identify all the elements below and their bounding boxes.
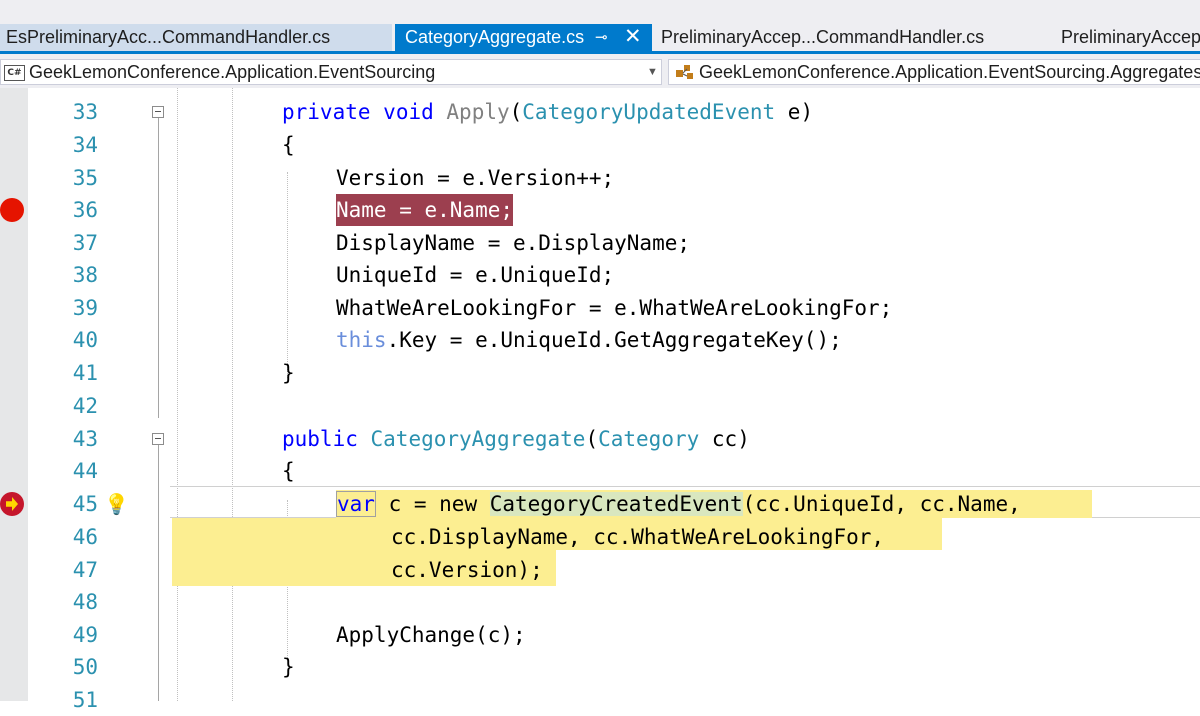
pin-icon[interactable]: ⊸ [595, 24, 608, 51]
code-text: private void Apply(CategoryUpdatedEvent … [282, 100, 814, 124]
code-line[interactable]: 51 [0, 684, 1200, 716]
line-number: 39 [72, 296, 98, 320]
project-name: GeekLemonConference.Application.EventSou… [29, 62, 436, 82]
breakpoint-statement: Name = e.Name; [336, 194, 514, 226]
tab-label: CategoryAggregate.cs [405, 27, 585, 47]
code-text: WhatWeAreLookingFor = e.WhatWeAreLooking… [336, 296, 893, 320]
line-number: 49 [72, 623, 98, 647]
code-line[interactable]: 34 { [0, 129, 1200, 161]
code-line[interactable]: 39 WhatWeAreLookingFor = e.WhatWeAreLook… [0, 292, 1200, 324]
code-line[interactable]: 36 Name = e.Name; [0, 194, 1200, 226]
code-text: } [282, 361, 295, 385]
lightbulb-icon[interactable]: 💡 [104, 488, 129, 520]
code-line[interactable]: 40 this.Key = e.UniqueId.GetAggregateKey… [0, 324, 1200, 356]
navigation-bar: C# GeekLemonConference.Application.Event… [0, 56, 1200, 88]
line-number: 37 [72, 231, 98, 255]
code-text: var c = new CategoryCreatedEvent(cc.Uniq… [336, 491, 1021, 517]
csharp-project-icon: C# [4, 65, 25, 81]
code-text: Version = e.Version++; [336, 166, 615, 190]
document-tab-strip: EsPreliminaryAcc...CommandHandler.cs Cat… [0, 0, 1200, 56]
type-name: GeekLemonConference.Application.EventSou… [699, 62, 1200, 82]
code-text: public CategoryAggregate(Category cc) [282, 427, 750, 451]
line-number: 35 [72, 166, 98, 190]
collapse-toggle[interactable] [152, 433, 164, 445]
code-line[interactable]: 35 Version = e.Version++; [0, 162, 1200, 194]
code-line[interactable]: 50 } [0, 651, 1200, 683]
code-text: } [282, 655, 295, 679]
code-text: DisplayName = e.DisplayName; [336, 231, 691, 255]
code-text: cc.Version); [391, 558, 543, 582]
line-number: 44 [72, 459, 98, 483]
line-number: 38 [72, 263, 98, 287]
line-number: 50 [72, 655, 98, 679]
tab-preliminary-overflow[interactable]: PreliminaryAccep [1055, 24, 1200, 51]
code-line[interactable]: 43 public CategoryAggregate(Category cc) [0, 423, 1200, 455]
code-line[interactable]: 48 [0, 586, 1200, 618]
active-tab-underline [0, 51, 1200, 54]
code-text: ApplyChange(c); [336, 623, 526, 647]
collapse-toggle[interactable] [152, 106, 164, 118]
line-number: 41 [72, 361, 98, 385]
line-number: 47 [72, 558, 98, 582]
code-text: { [282, 133, 295, 157]
code-line[interactable]: 33 private void Apply(CategoryUpdatedEve… [0, 96, 1200, 128]
project-dropdown[interactable]: C# GeekLemonConference.Application.Event… [0, 59, 662, 85]
line-number: 40 [72, 328, 98, 352]
line-number: 43 [72, 427, 98, 451]
code-text: cc.DisplayName, cc.WhatWeAreLookingFor, [391, 525, 885, 549]
tab-strip-background [0, 0, 1200, 22]
code-editor[interactable]: 33 private void Apply(CategoryUpdatedEve… [0, 88, 1200, 712]
code-line[interactable]: 45 💡 var c = new CategoryCreatedEvent(cc… [0, 488, 1200, 520]
code-text: this.Key = e.UniqueId.GetAggregateKey(); [336, 328, 842, 352]
line-number: 45 [72, 492, 98, 516]
line-number: 48 [72, 590, 98, 614]
line-number: 34 [72, 133, 98, 157]
breakpoint-icon[interactable] [0, 198, 24, 222]
tab-label: EsPreliminaryAcc...CommandHandler.cs [6, 27, 331, 47]
tab-label: PreliminaryAccep [1061, 27, 1200, 47]
code-line[interactable]: 42 [0, 390, 1200, 422]
code-text: UniqueId = e.UniqueId; [336, 263, 615, 287]
code-line[interactable]: 47 cc.Version); [0, 554, 1200, 586]
code-line[interactable]: 49 ApplyChange(c); [0, 619, 1200, 651]
close-icon[interactable]: ✕ [624, 24, 642, 50]
current-statement-arrow-icon[interactable] [0, 492, 24, 516]
code-line[interactable]: 37 DisplayName = e.DisplayName; [0, 227, 1200, 259]
line-number: 46 [72, 525, 98, 549]
tab-preliminary-command-handler[interactable]: PreliminaryAccep...CommandHandler.cs [655, 24, 1035, 51]
line-number: 36 [72, 198, 98, 222]
type-dropdown[interactable]: GeekLemonConference.Application.EventSou… [668, 59, 1200, 85]
code-line[interactable]: 38 UniqueId = e.UniqueId; [0, 259, 1200, 291]
tab-category-aggregate[interactable]: CategoryAggregate.cs ⊸ ✕ [395, 24, 652, 51]
tab-label: PreliminaryAccep...CommandHandler.cs [661, 27, 985, 47]
tab-es-preliminary-command-handler[interactable]: EsPreliminaryAcc...CommandHandler.cs [0, 24, 392, 51]
code-line[interactable]: 41 } [0, 357, 1200, 389]
line-number: 33 [72, 100, 98, 124]
code-line[interactable]: 44 { [0, 455, 1200, 487]
line-number: 51 [72, 688, 98, 712]
chevron-down-icon[interactable]: ▼ [647, 60, 658, 84]
class-icon [676, 65, 693, 79]
code-text: { [282, 459, 295, 483]
line-number: 42 [72, 394, 98, 418]
code-line[interactable]: 46 cc.DisplayName, cc.WhatWeAreLookingFo… [0, 521, 1200, 553]
